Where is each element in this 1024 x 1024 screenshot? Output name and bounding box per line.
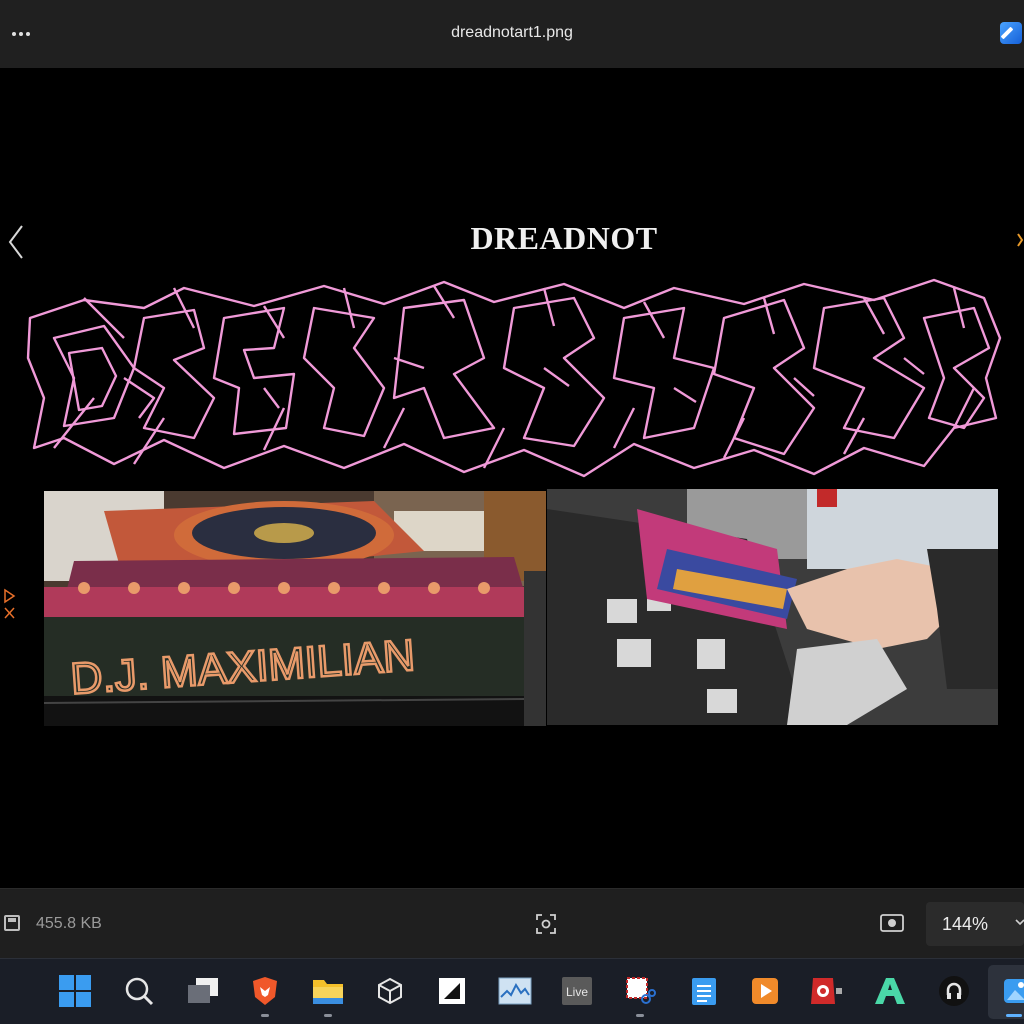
title-bar: dreadnotart1.png — [0, 0, 1024, 68]
file-size: 455.8 KB — [36, 915, 102, 932]
graffiti-artwork — [26, 278, 1002, 478]
windows-start-icon[interactable] — [57, 973, 93, 1009]
file-explorer-icon[interactable] — [310, 973, 346, 1009]
turntable-case-photo: D.J. MAXIMILIAN — [44, 491, 546, 726]
podcast-app-icon[interactable] — [936, 973, 972, 1009]
zoom-level: 144% — [942, 914, 989, 934]
hand-records-photo — [547, 489, 998, 725]
image-viewer: DREADNOT D.J. MAXIMILIAN — [0, 68, 1024, 888]
live-app-icon[interactable]: Live — [559, 973, 595, 1009]
fit-to-window-icon[interactable] — [535, 913, 557, 935]
task-view-icon[interactable] — [185, 973, 221, 1009]
capcut-icon[interactable] — [434, 973, 470, 1009]
chevron-down-icon — [1015, 919, 1024, 926]
photos-icon[interactable] — [998, 973, 1024, 1009]
edit-image-icon[interactable] — [1000, 22, 1022, 44]
window-title: dreadnotart1.png — [451, 24, 573, 41]
status-bar: 455.8 KB 144% — [0, 888, 1024, 958]
live-label: Live — [566, 985, 588, 999]
resource-monitor-icon[interactable] — [497, 973, 533, 1009]
snipping-tool-icon[interactable] — [622, 973, 658, 1009]
zoom-dropdown[interactable]: 144% — [926, 902, 1024, 946]
taskbar-running-indicator — [636, 1014, 644, 1017]
screen-recorder-icon[interactable] — [808, 973, 844, 1009]
a-app-icon[interactable] — [872, 973, 908, 1009]
media-player-icon[interactable] — [747, 973, 783, 1009]
brave-browser-icon[interactable] — [247, 973, 283, 1009]
taskbar-running-indicator — [324, 1014, 332, 1017]
save-icon[interactable] — [4, 915, 20, 931]
image-heading: DREADNOT — [470, 220, 658, 256]
notepad-icon[interactable] — [686, 973, 722, 1009]
actual-size-icon[interactable] — [880, 913, 904, 933]
search-icon[interactable] — [121, 973, 157, 1009]
taskbar-active-indicator — [1006, 1014, 1022, 1017]
side-marker-icon — [4, 588, 16, 619]
taskbar-running-indicator — [261, 1014, 269, 1017]
taskbar: Live — [0, 958, 1024, 1024]
3d-cube-app-icon[interactable] — [372, 973, 408, 1009]
